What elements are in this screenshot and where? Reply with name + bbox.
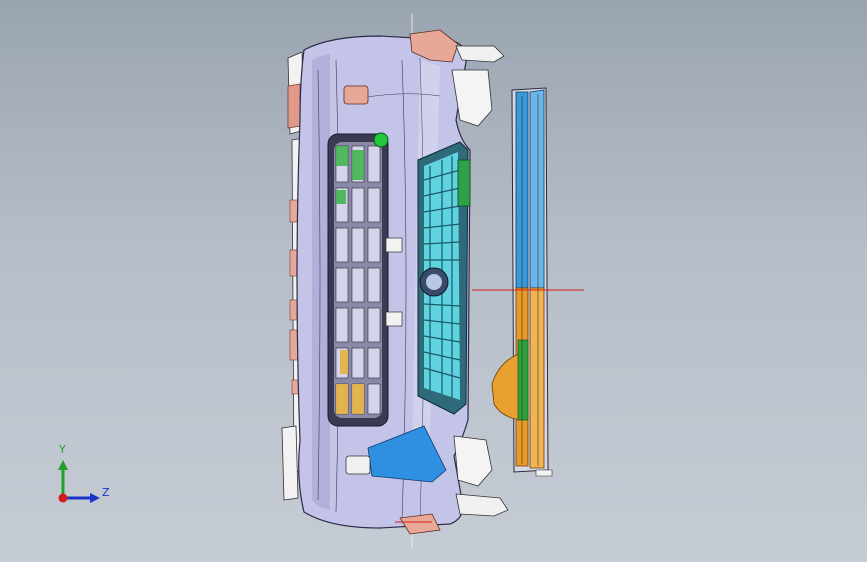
reinforcement-beam bbox=[491, 87, 553, 477]
upper-grille bbox=[417, 141, 471, 415]
sensor-dot bbox=[373, 132, 389, 148]
y-axis-label: Y bbox=[59, 443, 66, 456]
bumper-assembly-model[interactable] bbox=[0, 0, 867, 562]
orientation-triad bbox=[58, 460, 100, 503]
lower-grille bbox=[327, 133, 389, 427]
cad-viewport[interactable]: Y Z bbox=[0, 0, 867, 562]
z-axis-label: Z bbox=[102, 486, 110, 499]
